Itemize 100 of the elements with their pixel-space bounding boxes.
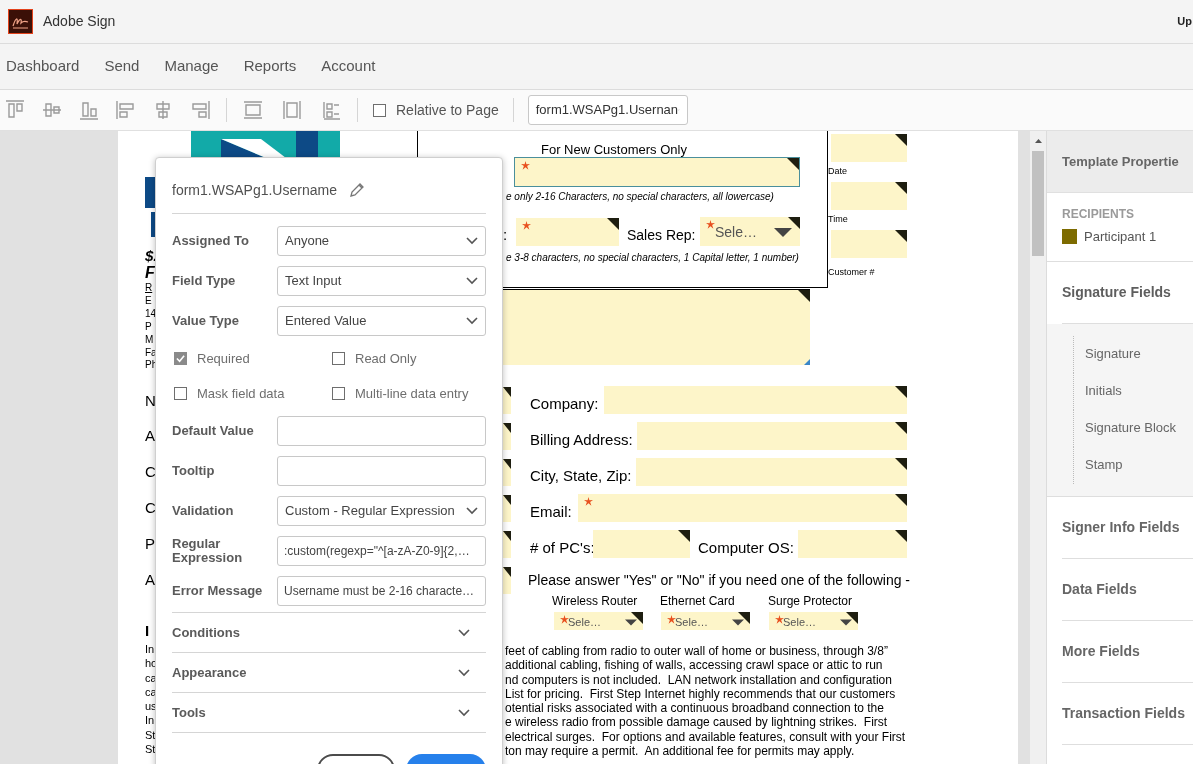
cut-off-text: St [145, 744, 156, 755]
password-field[interactable] [516, 218, 619, 246]
cut-off-text: In [145, 644, 155, 655]
field-label: : [503, 225, 508, 245]
text-field[interactable] [604, 386, 907, 414]
header-text: Up [1177, 14, 1193, 30]
distribute-horizontal-icon[interactable] [242, 99, 264, 121]
accordion-header[interactable]: Appearance [172, 653, 486, 693]
align-top-icon[interactable] [4, 99, 26, 121]
cut-off-text: 14 [145, 309, 157, 319]
panel-section-header[interactable]: Signature Fields [1062, 261, 1193, 324]
align-bottom-icon[interactable] [78, 99, 100, 121]
app-title: Adobe Sign [43, 12, 116, 31]
recipient-name[interactable]: Participant 1 [1084, 227, 1157, 247]
accordion-header[interactable]: Tools [172, 693, 486, 733]
panel-section-header[interactable]: Data Fields [1062, 558, 1193, 621]
field-label: Assigned To [172, 234, 251, 248]
dropdown[interactable]: Text Input [277, 266, 486, 296]
app-logo-icon[interactable] [8, 9, 33, 34]
paragraph-line: List for pricing. First Step Internet highly recommends that our customers [505, 686, 897, 702]
pencil-icon[interactable] [348, 182, 365, 198]
text-input[interactable]: Username must be 2-16 characte… [277, 576, 486, 606]
field-label: Time [828, 213, 848, 226]
panel-section-header[interactable]: Transaction Fields [1062, 682, 1193, 745]
paragraph-line: additional cabling, fishing of walls, accessing crawl space or attic to run [505, 658, 884, 673]
nav-link[interactable]: Reports [243, 55, 297, 78]
arrange-grid-icon[interactable] [320, 99, 342, 121]
nav-link[interactable]: Dashboard [6, 55, 80, 78]
field-label: Computer OS: [698, 538, 794, 558]
dropdown-field[interactable]: Sele… [554, 612, 643, 630]
field-corner-icon [895, 182, 907, 194]
dropdown-field[interactable]: Sele… [700, 217, 800, 246]
cut-off-text: $. [145, 248, 158, 263]
align-left-icon[interactable] [115, 99, 137, 121]
text-field[interactable] [578, 494, 907, 522]
cut-off-text: E [145, 296, 152, 306]
checkbox[interactable] [174, 352, 187, 365]
field-label: Error Message [172, 584, 264, 598]
paragraph-line: ton may require a permit. An additional fee for permits may apply. [505, 744, 856, 759]
caret-icon [625, 619, 637, 626]
checkbox-label: Required [197, 349, 250, 368]
panel-section-header[interactable]: More Fields [1062, 620, 1193, 683]
nav-link[interactable]: Manage [164, 55, 219, 78]
username-field[interactable] [514, 157, 800, 187]
dropdown[interactable]: Anyone [277, 226, 486, 256]
field-type-item[interactable]: Signature Block [1073, 409, 1193, 447]
cut-off-text: F [145, 265, 155, 281]
checkbox[interactable] [174, 387, 187, 400]
dropdown[interactable]: Custom - Regular Expression [277, 496, 486, 526]
field-label: Field Type [172, 274, 237, 288]
scrollbar-thumb[interactable] [1032, 151, 1044, 256]
field-corner-icon [895, 494, 907, 506]
scroll-up-icon[interactable] [1034, 139, 1042, 143]
checkbox[interactable] [373, 103, 386, 117]
question-text: Please answer "Yes" or "No" if you need one of the following - [528, 571, 911, 590]
cut-off-text: M [145, 335, 154, 345]
checkbox-label: Mask field data [197, 384, 285, 403]
side-field[interactable] [831, 230, 907, 258]
dropdown[interactable]: Entered Value [277, 306, 486, 336]
field-label: Validation [172, 504, 235, 518]
paragraph-line: otential risks associated with a continuous broadband connection to the [505, 701, 885, 716]
panel-title: Template Propertie [1062, 152, 1179, 171]
field-type-item[interactable]: Initials [1073, 372, 1193, 410]
comments-field[interactable] [503, 289, 810, 365]
checkbox[interactable] [332, 387, 345, 400]
field-corner-icon [607, 218, 619, 230]
side-field[interactable] [831, 134, 907, 162]
checkbox[interactable] [332, 352, 345, 365]
nav-link[interactable]: Account [321, 55, 376, 78]
field-label: Default Value [172, 424, 255, 438]
field-dropdown[interactable]: form1.WSAPg1.Usernan [527, 95, 688, 125]
panel-section-header[interactable]: Signer Info Fields [1062, 496, 1193, 559]
field-hint: e only 2-16 Characters, no special characters, all lowercase) [506, 190, 774, 204]
text-field[interactable] [637, 422, 907, 450]
text-field[interactable] [593, 530, 690, 558]
accordion-header[interactable]: Conditions [172, 613, 486, 653]
field-label: City, State, Zip: [530, 466, 632, 486]
nav-link[interactable]: Send [104, 55, 140, 78]
text-field[interactable] [636, 458, 907, 486]
text-input[interactable]: :custom(regexp="^[a-zA-Z0-9]{2,… [277, 536, 486, 566]
field-corner-icon [895, 530, 907, 542]
text-input[interactable] [277, 456, 486, 486]
cut-off-text: C [145, 500, 156, 515]
field-label: Customer # [828, 266, 875, 279]
dropdown-field[interactable]: Sele… [769, 612, 858, 630]
dropdown-field[interactable]: Sele… [661, 612, 750, 630]
field-type-item[interactable]: Stamp [1073, 446, 1193, 484]
cut-off-text: N [145, 393, 156, 408]
option-label: Wireless Router [552, 593, 638, 610]
text-field[interactable] [798, 530, 907, 558]
dropdown-value: Sele… [715, 223, 758, 242]
side-field[interactable] [831, 182, 907, 210]
text-input[interactable] [277, 416, 486, 446]
checkbox-label: Relative to Page [396, 100, 499, 120]
field-label: Email: [530, 502, 572, 522]
scrollbar[interactable] [1030, 131, 1047, 764]
field-label: Regular Expression [172, 537, 244, 565]
field-type-item[interactable]: Signature [1073, 335, 1193, 373]
align-right-icon[interactable] [189, 99, 211, 121]
distribute-vertical-icon[interactable] [281, 99, 303, 121]
